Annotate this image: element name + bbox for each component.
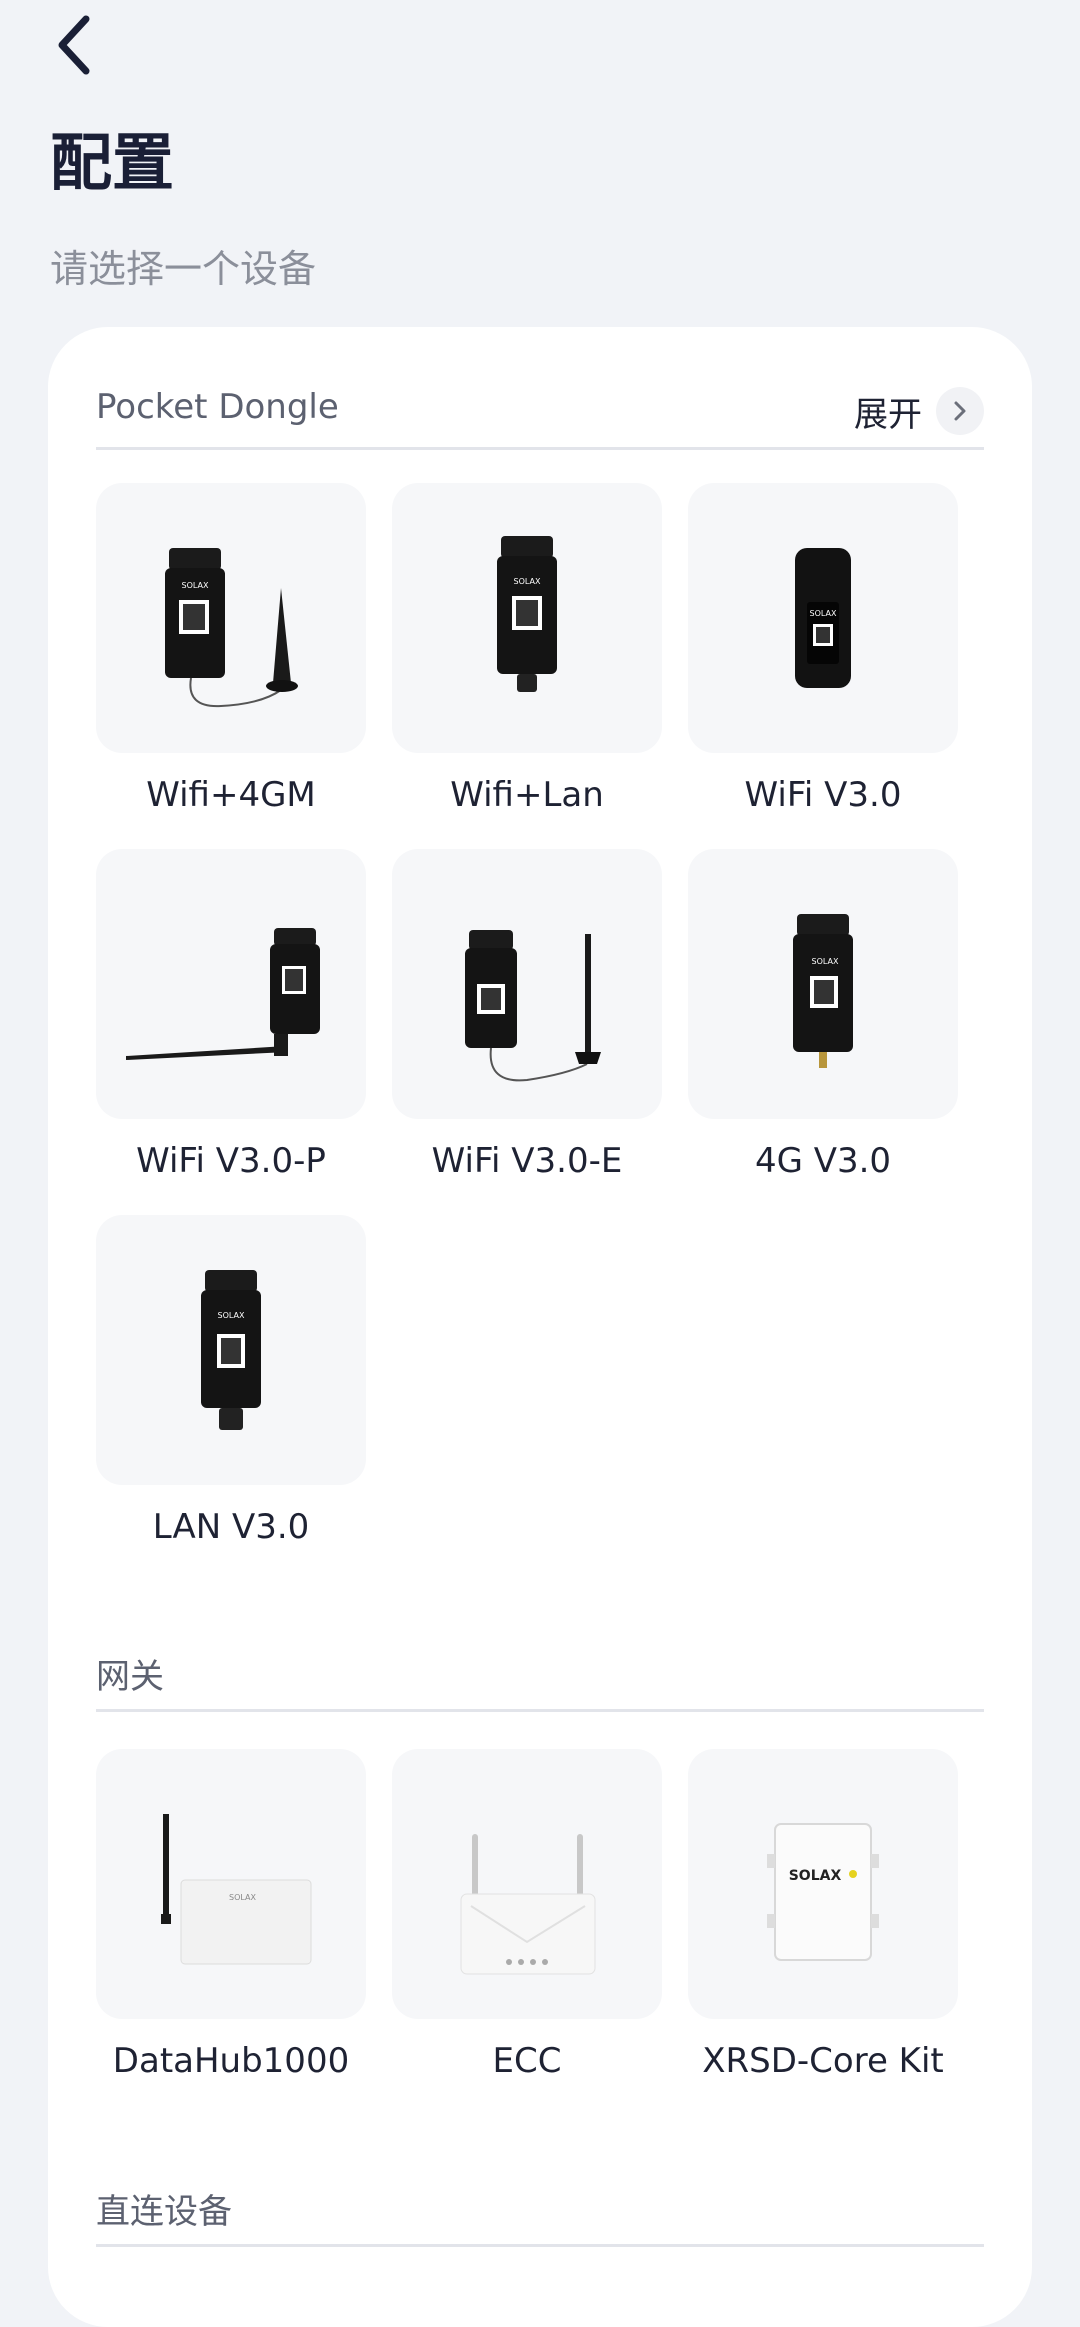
section-header-pocket-dongle: Pocket Dongle 展开	[96, 383, 984, 450]
device-tile-wifi-v3-p[interactable]: WiFi V3.0-P	[96, 849, 366, 1181]
device-label: WiFi V3.0-P	[136, 1141, 326, 1181]
device-tile-xrsd-core-kit[interactable]: SOLAX XRSD-Core Kit	[688, 1749, 958, 2081]
device-tile-ecc[interactable]: ECC	[392, 1749, 662, 2081]
section-title: 网关	[96, 1657, 164, 1697]
device-image: SOLAX	[688, 849, 958, 1119]
device-tile-lan-v3[interactable]: SOLAX LAN V3.0	[96, 1215, 366, 1547]
device-tile-wifi-4gm[interactable]: SOLAX Wifi+4GM	[96, 483, 366, 815]
section-title: Pocket Dongle	[96, 387, 339, 427]
device-image	[96, 849, 366, 1119]
device-label: LAN V3.0	[152, 1507, 310, 1547]
device-tile-wifi-v3[interactable]: SOLAX WiFi V3.0	[688, 483, 958, 815]
expand-button[interactable]: 展开	[854, 385, 984, 437]
device-image	[392, 1749, 662, 2019]
device-label: Wifi+Lan	[450, 775, 604, 815]
device-label: DataHub1000	[112, 2041, 350, 2081]
svg-text:SOLAX: SOLAX	[229, 1893, 256, 1902]
device-image: SOLAX	[96, 1215, 366, 1485]
chevron-right-icon	[936, 387, 984, 435]
device-tile-wifi-v3-e[interactable]: WiFi V3.0-E	[392, 849, 662, 1181]
device-label: ECC	[492, 2041, 562, 2081]
device-tile-datahub1000[interactable]: SOLAX DataHub1000	[96, 1749, 366, 2081]
back-button[interactable]	[44, 10, 104, 80]
svg-text:SOLAX: SOLAX	[182, 581, 209, 590]
svg-text:SOLAX: SOLAX	[789, 1868, 842, 1884]
svg-text:SOLAX: SOLAX	[514, 577, 541, 586]
svg-text:SOLAX: SOLAX	[218, 1311, 245, 1320]
device-image: SOLAX	[688, 483, 958, 753]
svg-text:SOLAX: SOLAX	[812, 957, 839, 966]
expand-label: 展开	[854, 394, 922, 435]
device-image: SOLAX	[392, 483, 662, 753]
device-card: Pocket Dongle 展开 SOLAX Wifi+4GM SOLAX Wi…	[48, 327, 1032, 2327]
device-image: SOLAX	[688, 1749, 958, 2019]
section-title: 直连设备	[96, 2192, 232, 2232]
device-label: Wifi+4GM	[146, 775, 316, 815]
section-header-gateway: 网关	[96, 1645, 984, 1712]
device-image: SOLAX	[96, 483, 366, 753]
device-tile-wifi-lan[interactable]: SOLAX Wifi+Lan	[392, 483, 662, 815]
device-label: XRSD-Core Kit	[702, 2041, 944, 2081]
chevron-left-icon	[58, 15, 90, 75]
device-tile-4g-v3[interactable]: SOLAX 4G V3.0	[688, 849, 958, 1181]
page-subtitle: 请选择一个设备	[50, 247, 317, 291]
device-label: 4G V3.0	[754, 1141, 892, 1181]
device-label: WiFi V3.0	[744, 775, 902, 815]
device-image: SOLAX	[96, 1749, 366, 2019]
page-title: 配置	[50, 126, 175, 199]
svg-text:SOLAX: SOLAX	[810, 609, 837, 618]
section-header-direct-devices: 直连设备	[96, 2180, 984, 2247]
device-label: WiFi V3.0-E	[431, 1141, 623, 1181]
device-image	[392, 849, 662, 1119]
